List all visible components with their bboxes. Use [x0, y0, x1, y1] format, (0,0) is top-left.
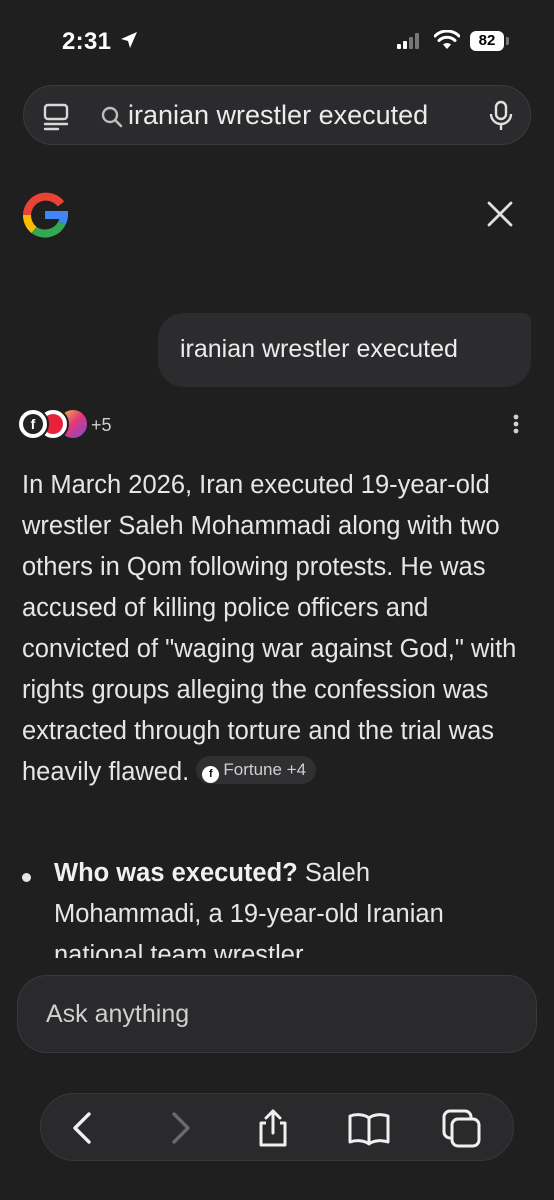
- list-item: Who was executed? Saleh Mohammadi, a 19-…: [54, 853, 524, 958]
- search-icon: [100, 105, 124, 134]
- sources-more-count[interactable]: +5: [91, 415, 112, 436]
- mic-icon[interactable]: [488, 100, 514, 137]
- browser-toolbar: [40, 1093, 514, 1161]
- location-arrow-icon: [120, 31, 138, 54]
- battery-nub: [506, 37, 509, 45]
- citation-chip-label: Fortune +4: [223, 760, 307, 780]
- user-query-text: iranian wrestler executed: [180, 335, 458, 363]
- sources-row[interactable]: f +5: [17, 408, 537, 442]
- battery-level: 82: [470, 31, 504, 51]
- bullet-dot-icon: [22, 873, 31, 882]
- bullet-title: Who was executed?: [54, 859, 298, 887]
- close-icon[interactable]: [486, 200, 514, 233]
- answer-text: In March 2026, Iran executed 19-year-old…: [22, 471, 517, 786]
- ai-answer-paragraph: In March 2026, Iran executed 19-year-old…: [22, 465, 537, 793]
- status-time: 2:31: [62, 28, 112, 55]
- ask-placeholder: Ask anything: [46, 1000, 190, 1028]
- more-vert-icon[interactable]: [513, 414, 519, 439]
- fortune-icon: f: [202, 766, 220, 784]
- bookmarks-icon[interactable]: [347, 1108, 390, 1148]
- share-icon[interactable]: [253, 1108, 293, 1148]
- tabs-icon[interactable]: [42, 102, 72, 137]
- source-fortune-icon[interactable]: f: [17, 408, 49, 440]
- forward-icon[interactable]: [160, 1108, 200, 1148]
- back-icon[interactable]: [63, 1108, 103, 1148]
- citation-chip[interactable]: f Fortune +4: [196, 756, 317, 785]
- wifi-icon: [433, 29, 461, 55]
- status-bar: 2:31 82: [0, 0, 554, 84]
- ask-input[interactable]: Ask anything: [17, 975, 537, 1053]
- user-query-bubble: iranian wrestler executed: [158, 313, 531, 387]
- cell-signal-icon: [397, 33, 423, 54]
- search-query-text[interactable]: iranian wrestler executed: [128, 100, 428, 131]
- address-search-bar[interactable]: iranian wrestler executed: [23, 85, 531, 145]
- google-logo: [22, 192, 69, 243]
- answer-bullet-list: Who was executed? Saleh Mohammadi, a 19-…: [0, 853, 554, 958]
- tab-switcher-icon[interactable]: [441, 1108, 481, 1148]
